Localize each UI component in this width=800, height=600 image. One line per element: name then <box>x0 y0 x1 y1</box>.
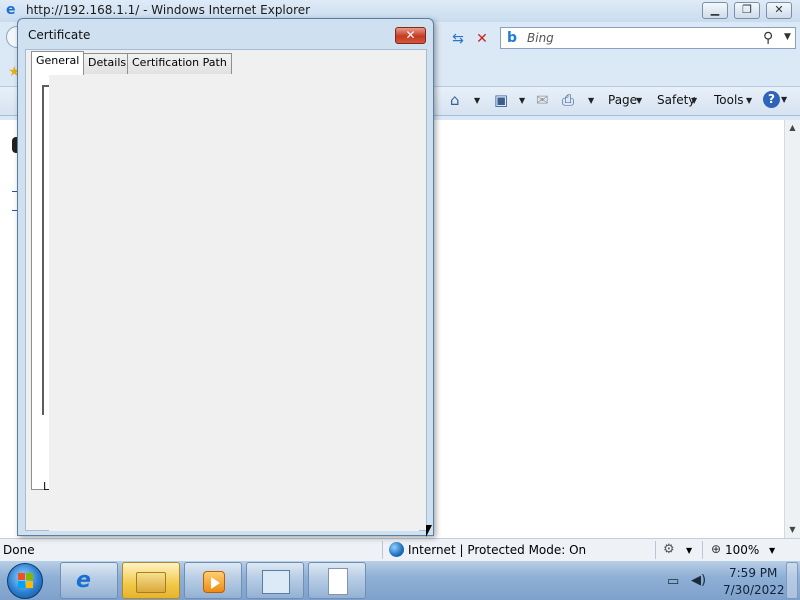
network-icon[interactable]: ▭ <box>667 574 679 589</box>
search-placeholder: Bing <box>527 31 554 45</box>
mail-icon[interactable]: ✉ <box>536 91 549 109</box>
zoom-icon[interactable]: ⊕ <box>711 542 721 556</box>
page-dropdown-icon[interactable]: ▼ <box>636 96 642 105</box>
help-dropdown-icon[interactable]: ▼ <box>781 95 787 104</box>
feeds-icon[interactable]: ▣ <box>494 91 508 109</box>
mouse-cursor <box>426 525 432 537</box>
feeds-dropdown-icon[interactable]: ▼ <box>519 96 525 105</box>
clock-date[interactable]: 7/30/2022 <box>723 583 785 597</box>
start-button[interactable] <box>7 563 43 599</box>
show-desktop-button[interactable] <box>786 562 798 599</box>
zoom-dropdown-icon[interactable]: ▼ <box>769 546 775 555</box>
status-bar: Done Internet | Protected Mode: On ⚙ ▼ ⊕… <box>0 538 800 560</box>
status-separator <box>655 541 656 559</box>
taskbar-internet-explorer[interactable]: e <box>60 562 118 599</box>
popup-blocker-icon[interactable]: ⚙ <box>663 542 675 557</box>
window-close-button[interactable]: ✕ <box>766 2 792 19</box>
tab-details[interactable]: Details <box>83 53 132 74</box>
taskbar-document[interactable] <box>308 562 366 599</box>
home-dropdown-icon[interactable]: ▼ <box>474 96 480 105</box>
restore-button[interactable]: ❐ <box>734 2 760 19</box>
bing-icon: b <box>507 30 518 46</box>
taskbar-media-player[interactable] <box>184 562 242 599</box>
safety-menu[interactable]: Safety <box>657 93 695 107</box>
tools-dropdown-icon[interactable]: ▼ <box>746 96 752 105</box>
scroll-down-icon[interactable]: ▼ <box>785 522 800 538</box>
internet-explorer-icon: e <box>76 568 91 593</box>
control-panel-icon <box>262 570 290 594</box>
dialog-titlebar[interactable]: Certificate ✕ <box>18 19 433 47</box>
popup-dropdown-icon[interactable]: ▼ <box>686 546 692 555</box>
print-dropdown-icon[interactable]: ▼ <box>588 96 594 105</box>
window-title: http://192.168.1.1/ - Windows Internet E… <box>26 3 311 17</box>
clock-time[interactable]: 7:59 PM <box>729 566 777 580</box>
globe-icon <box>389 542 404 557</box>
folder-icon <box>136 572 166 593</box>
safety-dropdown-icon[interactable]: ▼ <box>691 96 697 105</box>
windows-logo-icon <box>18 573 34 589</box>
search-icon[interactable]: ⚲ <box>763 30 773 46</box>
taskbar-control-panel[interactable] <box>246 562 304 599</box>
tab-certification-path[interactable]: Certification Path <box>127 53 232 74</box>
status-text: Done <box>3 543 35 557</box>
security-zone[interactable]: Internet | Protected Mode: On <box>408 543 586 557</box>
taskbar: e ▭ ◀) 7:59 PM 7/30/2022 <box>0 560 800 600</box>
document-icon <box>328 568 348 595</box>
unrendered-area <box>49 74 419 531</box>
tools-menu[interactable]: Tools <box>714 93 744 107</box>
dialog-title: Certificate <box>28 28 91 42</box>
stop-icon[interactable]: ✕ <box>472 30 492 48</box>
print-icon[interactable]: ⎙ <box>562 91 574 109</box>
scroll-up-icon[interactable]: ▲ <box>785 120 800 136</box>
page-menu[interactable]: Page <box>608 93 637 107</box>
minimize-button[interactable]: ▁ <box>702 2 728 19</box>
volume-icon[interactable]: ◀) <box>691 573 706 588</box>
vertical-scrollbar[interactable]: ▲ ▼ <box>784 120 800 538</box>
media-player-icon <box>203 571 225 593</box>
certificate-dialog: Certificate ✕ General Details Certificat… <box>17 18 434 536</box>
ie-logo-icon: e <box>6 2 16 18</box>
taskbar-windows-explorer[interactable] <box>122 562 180 599</box>
dialog-close-button[interactable]: ✕ <box>395 27 426 44</box>
status-separator <box>702 541 703 559</box>
status-separator <box>382 541 383 559</box>
zoom-level[interactable]: 100% <box>725 543 759 557</box>
refresh-icon[interactable]: ⇆ <box>448 30 468 48</box>
help-icon[interactable]: ? <box>763 91 780 108</box>
tab-general[interactable]: General <box>31 51 85 75</box>
search-input[interactable]: b Bing ⚲ ▼ <box>500 27 796 49</box>
search-dropdown-icon[interactable]: ▼ <box>784 32 791 42</box>
home-icon[interactable]: ⌂ <box>450 91 460 109</box>
